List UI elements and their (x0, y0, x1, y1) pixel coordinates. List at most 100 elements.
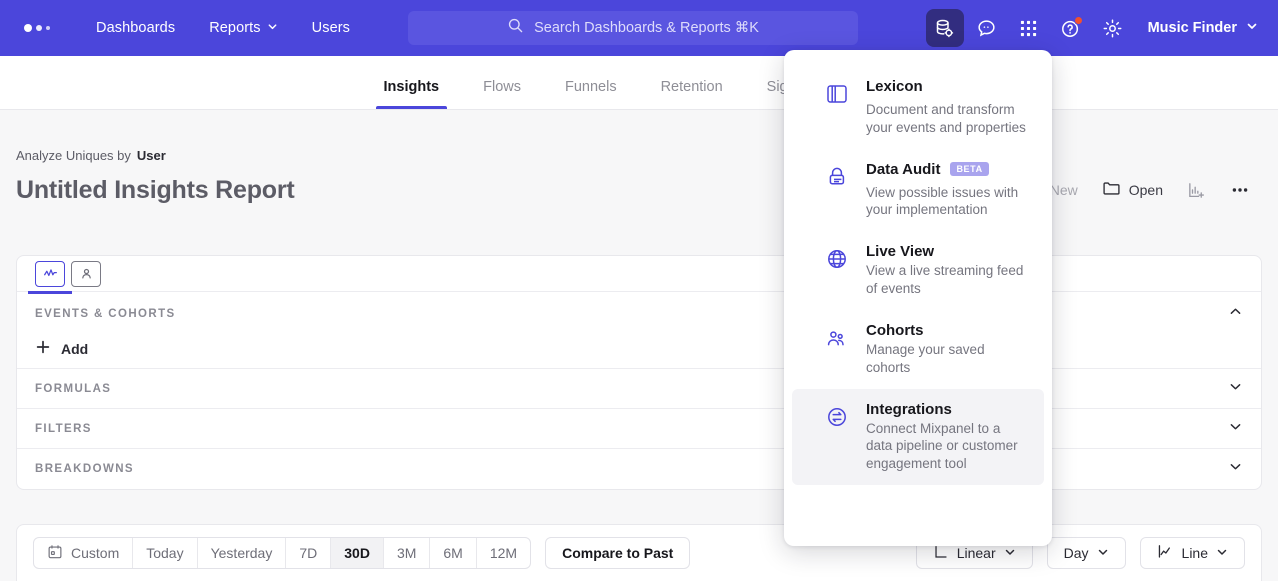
chevron-up-icon[interactable] (1228, 304, 1243, 324)
date-range-30d[interactable]: 30D (331, 538, 384, 568)
date-range-today-label: Today (146, 545, 183, 561)
apps-grid-icon[interactable] (1010, 9, 1048, 47)
chevron-down-icon[interactable] (1228, 459, 1243, 479)
compare-to-past-button[interactable]: Compare to Past (545, 537, 690, 569)
chart-type-selector[interactable]: Line (1140, 537, 1245, 569)
tab-flows[interactable]: Flows (461, 79, 543, 109)
date-range-7d[interactable]: 7D (286, 538, 331, 568)
menu-item-lexicon-title: Lexicon (866, 78, 1028, 95)
search-icon (507, 17, 524, 39)
tab-insights-label: Insights (384, 79, 440, 95)
add-event-label: Add (61, 341, 88, 357)
menu-item-integrations-title: Integrations (866, 401, 1026, 418)
notification-badge (1074, 16, 1083, 25)
chat-bubble-icon[interactable] (968, 9, 1006, 47)
tab-funnels[interactable]: Funnels (543, 79, 639, 109)
page-title[interactable]: Untitled Insights Report (16, 176, 295, 205)
header-icon-group: Music Finder (926, 9, 1262, 47)
date-range-3m[interactable]: 3M (384, 538, 430, 568)
account-name: Music Finder (1148, 20, 1237, 36)
live-view-globe-icon (824, 243, 850, 298)
query-builder-card: EVENTS & COHORTS Add FORMULAS FILTERS (16, 255, 1262, 490)
menu-item-live-view[interactable]: Live View View a live streaming feed of … (792, 231, 1044, 310)
chevron-down-icon (1097, 545, 1109, 561)
chevron-down-icon (1246, 20, 1258, 36)
tab-retention-label: Retention (661, 79, 723, 95)
data-audit-lock-icon (824, 161, 850, 220)
top-navigation-bar: Dashboards Reports Users Search Dashboar… (0, 0, 1278, 56)
global-search-placeholder: Search Dashboards & Reports ⌘K (534, 20, 759, 36)
mixpanel-logo[interactable] (24, 24, 50, 32)
menu-item-data-audit-description: View possible issues with your implement… (866, 184, 1028, 220)
date-range-30d-label: 30D (344, 545, 370, 561)
menu-item-live-view-description: View a live streaming feed of events (866, 262, 1028, 298)
report-type-tabs: Insights Flows Funnels Retention Signal … (0, 56, 1278, 110)
tab-flows-label: Flows (483, 79, 521, 95)
chevron-down-icon (267, 20, 278, 36)
filters-section[interactable]: FILTERS (17, 409, 1261, 449)
interval-label: Day (1064, 545, 1089, 561)
menu-item-lexicon[interactable]: Lexicon Document and transform your even… (792, 66, 1044, 149)
date-range-selector: Custom Today Yesterday 7D 30D 3M 6M 12M (33, 537, 531, 569)
folder-icon (1102, 179, 1121, 201)
date-range-custom[interactable]: Custom (34, 538, 133, 568)
formulas-label: FORMULAS (35, 383, 111, 395)
tab-insights[interactable]: Insights (362, 79, 462, 109)
nav-item-reports[interactable]: Reports (199, 14, 287, 42)
scale-type-label: Linear (957, 545, 996, 561)
linear-scale-icon (933, 544, 949, 563)
users-view-tab[interactable] (71, 261, 101, 287)
data-management-icon[interactable] (926, 9, 964, 47)
line-chart-icon (1157, 543, 1174, 563)
open-report-label: Open (1129, 182, 1163, 198)
live-view-title-text: Live View (866, 243, 934, 260)
nav-item-users[interactable]: Users (302, 14, 360, 42)
plus-icon (35, 339, 51, 360)
formulas-section[interactable]: FORMULAS (17, 369, 1261, 409)
date-range-12m[interactable]: 12M (477, 538, 530, 568)
menu-item-integrations[interactable]: Integrations Connect Mixpanel to a data … (792, 389, 1044, 485)
integrations-exchange-icon (824, 401, 850, 473)
lexicon-title-text: Lexicon (866, 78, 923, 95)
chevron-down-icon[interactable] (1228, 419, 1243, 439)
tab-retention[interactable]: Retention (639, 79, 745, 109)
cohorts-people-icon (824, 322, 850, 377)
filters-label: FILTERS (35, 423, 92, 435)
nav-item-dashboards[interactable]: Dashboards (86, 14, 185, 42)
compare-to-past-label: Compare to Past (562, 545, 673, 561)
chevron-down-icon (1216, 545, 1228, 561)
events-view-tab[interactable] (35, 261, 65, 287)
add-event-button[interactable]: Add (17, 330, 1261, 368)
help-question-icon[interactable] (1052, 9, 1090, 47)
open-report-button[interactable]: Open (1090, 173, 1175, 207)
date-range-today[interactable]: Today (133, 538, 197, 568)
nav-item-users-label: Users (312, 20, 350, 36)
events-and-cohorts-section: EVENTS & COHORTS Add (17, 292, 1261, 369)
more-horizontal-icon[interactable] (1218, 174, 1262, 206)
account-switcher[interactable]: Music Finder (1148, 20, 1258, 36)
menu-item-data-audit[interactable]: Data Audit BETA View possible issues wit… (792, 149, 1044, 232)
chevron-down-icon[interactable] (1228, 379, 1243, 399)
interval-selector[interactable]: Day (1047, 537, 1126, 569)
analysis-descriptor: Analyze Uniques by User (16, 148, 1278, 163)
query-view-tabs (17, 256, 1261, 292)
cohorts-title-text: Cohorts (866, 322, 924, 339)
menu-item-integrations-description: Connect Mixpanel to a data pipeline or c… (866, 420, 1026, 473)
breakdowns-label: BREAKDOWNS (35, 463, 134, 475)
date-range-3m-label: 3M (397, 545, 416, 561)
settings-gear-icon[interactable] (1094, 9, 1132, 47)
date-range-6m[interactable]: 6M (430, 538, 476, 568)
app-root: Dashboards Reports Users Search Dashboar… (0, 0, 1278, 581)
global-search-input[interactable]: Search Dashboards & Reports ⌘K (408, 11, 858, 45)
date-range-12m-label: 12M (490, 545, 517, 561)
menu-item-cohorts[interactable]: Cohorts Manage your saved cohorts (792, 310, 1044, 389)
data-audit-title-text: Data Audit (866, 161, 940, 178)
tab-funnels-label: Funnels (565, 79, 617, 95)
date-range-yesterday[interactable]: Yesterday (198, 538, 287, 568)
analysis-unit-selector[interactable]: User (137, 148, 166, 163)
beta-badge: BETA (950, 162, 988, 176)
add-to-board-icon[interactable] (1175, 175, 1218, 206)
menu-item-data-audit-title: Data Audit BETA (866, 161, 1028, 178)
breakdowns-section[interactable]: BREAKDOWNS (17, 449, 1261, 489)
calendar-icon (47, 544, 63, 563)
